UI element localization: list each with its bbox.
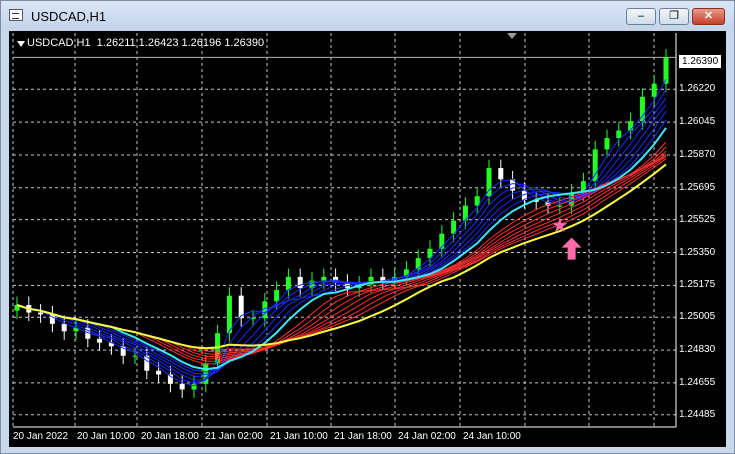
minimize-button[interactable]: ‒ xyxy=(626,8,656,25)
candle-body xyxy=(156,370,162,375)
candle-body xyxy=(616,130,622,139)
buy-arrow-icon xyxy=(561,237,582,260)
current-price-label: 1.26390 xyxy=(679,55,721,68)
chart-info-line: USDCAD,H1 1.26211 1.26423 1.26196 1.2639… xyxy=(27,37,265,49)
candle-body xyxy=(274,290,280,302)
chart-window-icon[interactable] xyxy=(9,9,23,21)
candle-body xyxy=(132,355,138,357)
price-tick-label: 1.25695 xyxy=(679,181,716,193)
price-tick-label: 1.25525 xyxy=(679,213,716,225)
chart-menu-arrow-icon[interactable] xyxy=(17,41,25,47)
time-tick-label: 20 Jan 10:00 xyxy=(77,431,135,442)
candle-body xyxy=(604,138,610,150)
price-chart[interactable] xyxy=(9,31,726,447)
price-tick-label: 1.26045 xyxy=(679,116,716,128)
title-bar[interactable]: USDCAD,H1 ‒ ❐ ✕ xyxy=(1,1,734,31)
time-tick-label: 20 Jan 18:00 xyxy=(141,431,199,442)
candle-body xyxy=(97,338,103,343)
time-tick-label: 24 Jan 02:00 xyxy=(398,431,456,442)
chart-window: USDCAD,H1 ‒ ❐ ✕ USDCAD,H1 1.26211 1.2642… xyxy=(0,0,735,454)
ma-blue-band-line xyxy=(16,79,667,387)
price-tick-label: 1.25350 xyxy=(679,246,716,258)
price-tick-label: 1.24655 xyxy=(679,376,716,388)
price-tick-label: 1.25005 xyxy=(679,311,716,323)
time-tick-label: 24 Jan 10:00 xyxy=(463,431,521,442)
price-tick-label: 1.25870 xyxy=(679,148,716,160)
candle-body xyxy=(61,323,67,332)
candle-body xyxy=(321,276,327,281)
candle-body xyxy=(297,276,303,289)
price-tick-label: 1.25175 xyxy=(679,279,716,291)
time-tick-label: 21 Jan 02:00 xyxy=(205,431,263,442)
time-tick-label: 20 Jan 2022 xyxy=(13,431,69,442)
candle-body xyxy=(285,276,291,291)
time-tick-label: 21 Jan 18:00 xyxy=(334,431,392,442)
price-tick-label: 1.24830 xyxy=(679,344,716,356)
price-tick-label: 1.26220 xyxy=(679,83,716,95)
close-button[interactable]: ✕ xyxy=(692,8,725,25)
restore-button[interactable]: ❐ xyxy=(659,8,689,25)
candle-body xyxy=(651,83,657,97)
price-tick-label: 1.24485 xyxy=(679,408,716,420)
chart-canvas[interactable] xyxy=(9,31,726,447)
window-title: USDCAD,H1 xyxy=(31,9,107,24)
candle-body xyxy=(498,168,504,180)
candle-body xyxy=(226,295,232,334)
time-tick-label: 21 Jan 10:00 xyxy=(270,431,328,442)
ma-blue-band-line xyxy=(16,97,667,382)
candle-body xyxy=(179,383,185,390)
chart-shift-marker-icon xyxy=(507,33,517,39)
candle-body xyxy=(38,312,44,315)
